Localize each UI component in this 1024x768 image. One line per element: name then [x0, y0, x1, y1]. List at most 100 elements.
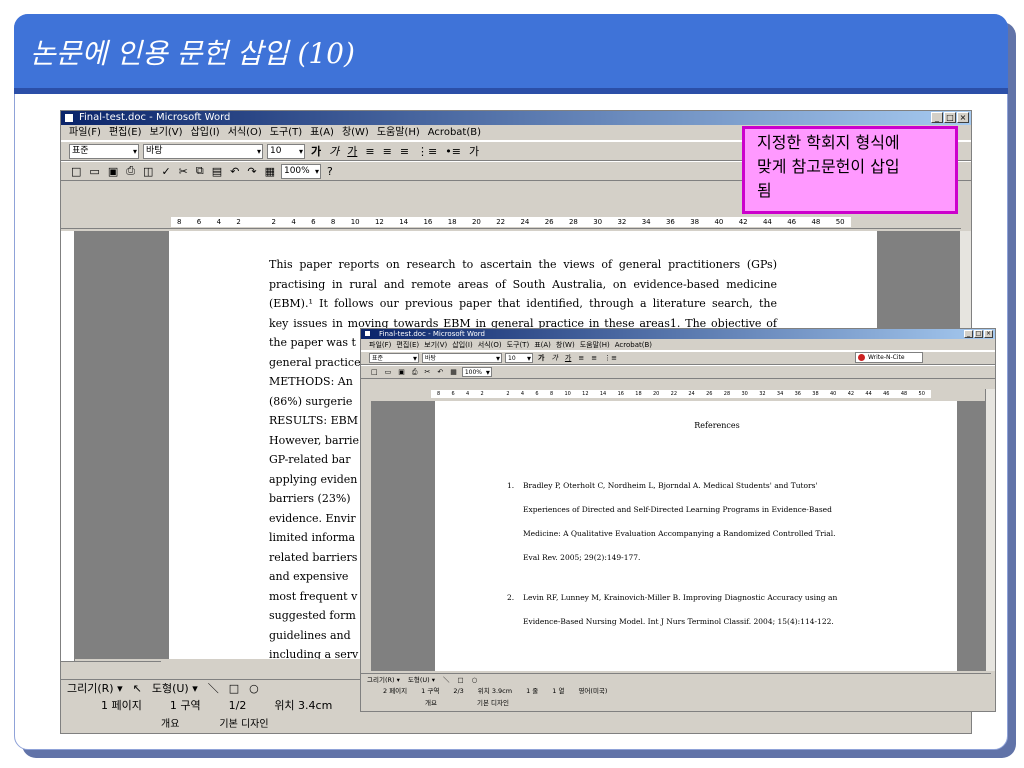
underline-icon[interactable]: 가: [345, 143, 359, 159]
align-center-icon[interactable]: ≡: [589, 354, 599, 362]
autoshape-menu[interactable]: 도형(U) ▾: [152, 680, 198, 697]
cut-icon[interactable]: ✂: [422, 368, 432, 376]
font-color-icon[interactable]: 가: [467, 143, 481, 159]
italic-icon[interactable]: 가: [549, 353, 559, 363]
save-icon[interactable]: ▣: [396, 368, 407, 376]
underline-icon[interactable]: 가: [563, 353, 573, 363]
menu-edit[interactable]: 편집(E): [109, 125, 142, 140]
menu-tools[interactable]: 도구(T): [270, 125, 302, 140]
document-area: References 1. Bradley P, Oterholt C, Nord…: [371, 401, 987, 671]
minimize-icon[interactable]: _: [931, 112, 943, 123]
bold-icon[interactable]: 가: [309, 143, 323, 159]
menu-format[interactable]: 서식(O): [478, 339, 502, 350]
tab-design[interactable]: 기본 디자인: [219, 717, 268, 733]
maximize-icon[interactable]: □: [944, 112, 956, 123]
align-left-icon[interactable]: ≡: [576, 354, 586, 362]
italic-icon[interactable]: 가: [327, 143, 341, 159]
menu-acrobat[interactable]: Acrobat(B): [428, 125, 481, 140]
copy-icon[interactable]: ⧉: [194, 164, 206, 178]
cut-icon[interactable]: ✂: [177, 165, 190, 178]
undo-icon[interactable]: ↶: [228, 165, 241, 178]
maximize-icon[interactable]: □: [974, 330, 983, 338]
tab-design[interactable]: 기본 디자인: [477, 697, 509, 709]
open-icon[interactable]: ▭: [383, 368, 394, 376]
tab-outline[interactable]: 개요: [425, 697, 437, 709]
bold-icon[interactable]: 가: [536, 353, 546, 363]
window-titlebar[interactable]: Final-test.doc - Microsoft Word _ □ ×: [61, 111, 971, 125]
menu-file[interactable]: 파일(F): [369, 339, 391, 350]
write-n-cite-button[interactable]: Write-N-Cite: [855, 352, 923, 363]
print-icon[interactable]: ⎙: [410, 368, 420, 377]
vertical-scrollbar[interactable]: [985, 389, 995, 671]
rectangle-icon[interactable]: □: [457, 674, 463, 685]
new-icon[interactable]: □: [369, 368, 380, 376]
menu-format[interactable]: 서식(O): [228, 125, 262, 140]
references-title: References: [694, 421, 740, 430]
drawing-menu[interactable]: 그리기(R) ▾: [367, 674, 400, 685]
font-select[interactable]: 바탕: [422, 353, 502, 363]
minimize-icon[interactable]: _: [964, 330, 973, 338]
status-position: 위치 3.4cm: [274, 699, 333, 712]
menu-insert[interactable]: 삽입(I): [452, 339, 472, 350]
drawing-menu[interactable]: 그리기(R) ▾: [67, 680, 123, 697]
help-icon[interactable]: ?: [325, 165, 335, 178]
align-center-icon[interactable]: ≡: [381, 145, 394, 158]
line-icon[interactable]: ＼: [443, 674, 450, 685]
numbering-icon[interactable]: ⋮≡: [415, 145, 439, 158]
reference-number: 2.: [507, 593, 515, 602]
zoom-select[interactable]: 100%: [280, 163, 321, 179]
menu-table[interactable]: 표(A): [534, 339, 551, 350]
save-icon[interactable]: ▣: [106, 165, 120, 178]
close-icon[interactable]: ×: [984, 330, 993, 338]
status-position: 위치 3.9cm: [477, 687, 513, 695]
paste-icon[interactable]: ▤: [210, 165, 224, 178]
tab-outline[interactable]: 개요: [161, 717, 179, 733]
size-select[interactable]: 10: [505, 353, 533, 363]
zoom-select[interactable]: 100%: [461, 367, 492, 377]
new-icon[interactable]: □: [69, 165, 83, 178]
numbering-icon[interactable]: ⋮≡: [602, 354, 619, 362]
redo-icon[interactable]: ↷: [245, 165, 258, 178]
menu-insert[interactable]: 삽입(I): [191, 125, 220, 140]
open-icon[interactable]: ▭: [87, 165, 101, 178]
ruler-tick: 6: [196, 218, 202, 226]
menu-help[interactable]: 도움말(H): [580, 339, 610, 350]
menu-help[interactable]: 도움말(H): [377, 125, 420, 140]
menu-table[interactable]: 표(A): [310, 125, 334, 140]
font-select[interactable]: 바탕: [143, 143, 263, 159]
align-left-icon[interactable]: ≡: [363, 145, 376, 158]
document-page[interactable]: References 1. Bradley P, Oterholt C, Nord…: [435, 401, 957, 671]
view-buttons[interactable]: [61, 661, 161, 677]
table-icon[interactable]: ▦: [263, 165, 277, 178]
oval-icon[interactable]: ○: [472, 674, 478, 685]
close-icon[interactable]: ×: [957, 112, 969, 123]
rectangle-icon[interactable]: □: [229, 680, 239, 697]
menu-window[interactable]: 창(W): [556, 339, 575, 350]
select-pointer-icon[interactable]: ↖: [133, 680, 142, 697]
menu-tools[interactable]: 도구(T): [507, 339, 530, 350]
ruler-tick: 10: [350, 218, 360, 226]
status-page: 1 페이지: [101, 699, 142, 712]
window-titlebar[interactable]: Final-test.doc - Microsoft Word _ □ ×: [361, 329, 995, 339]
oval-icon[interactable]: ○: [249, 680, 259, 697]
menu-file[interactable]: 파일(F): [69, 125, 101, 140]
line-icon[interactable]: ＼: [208, 680, 219, 697]
autoshape-menu[interactable]: 도형(U) ▾: [408, 674, 435, 685]
menu-window[interactable]: 창(W): [342, 125, 369, 140]
print-icon[interactable]: ⎙: [124, 164, 137, 178]
menu-acrobat[interactable]: Acrobat(B): [615, 339, 652, 350]
style-select[interactable]: 표준: [69, 143, 139, 159]
menu-edit[interactable]: 편집(E): [396, 339, 419, 350]
spell-icon[interactable]: ✓: [159, 165, 172, 178]
undo-icon[interactable]: ↶: [435, 368, 445, 376]
menu-view[interactable]: 보기(V): [424, 339, 447, 350]
preview-icon[interactable]: ◫: [141, 165, 155, 178]
align-right-icon[interactable]: ≡: [398, 145, 411, 158]
reference-line: Evidence-Based Nursing Model. Int J Nurs…: [523, 617, 834, 626]
menu-view[interactable]: 보기(V): [150, 125, 183, 140]
style-select[interactable]: 표준: [369, 353, 419, 363]
table-icon[interactable]: ▦: [448, 368, 459, 376]
size-select[interactable]: 10: [267, 143, 305, 159]
drawing-toolbar: 그리기(R) ▾ 도형(U) ▾ ＼ □ ○: [361, 673, 991, 685]
bullets-icon[interactable]: •≡: [443, 145, 463, 158]
